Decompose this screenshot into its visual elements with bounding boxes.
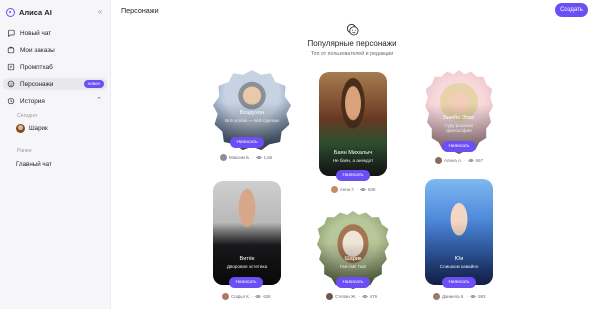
sidebar-item-characters[interactable]: Персонажи новое	[3, 78, 107, 90]
sidebar: Алиса AI « Новый чат Мои заказы Промптха…	[0, 0, 111, 309]
sidebar-item-new-chat[interactable]: Новый чат	[3, 27, 107, 39]
sidebar-item-label: Новый чат	[20, 29, 52, 37]
theater-mask-icon	[346, 23, 359, 36]
history-item[interactable]: Шарик	[16, 124, 48, 133]
view-count: 1,6К	[263, 155, 273, 160]
sidebar-item-history[interactable]: История ⌃	[3, 95, 107, 107]
history-section-today: Сегодня	[17, 113, 37, 119]
character-name: Юи	[454, 256, 464, 262]
character-card[interactable]: Баян Михалыч Не баян, а анекдот Написать…	[319, 72, 387, 197]
new-chat-icon	[6, 29, 15, 38]
author-avatar	[326, 293, 333, 300]
character-description: Гуру розовой философии	[445, 123, 473, 134]
write-button[interactable]: Написать	[230, 137, 264, 148]
eye-icon	[361, 295, 368, 298]
eye-icon	[255, 156, 262, 159]
prompthub-icon	[6, 63, 15, 72]
author-name: Степан Ж.	[335, 294, 357, 299]
section-subtitle: Топ от пользователей и редакции	[310, 51, 394, 57]
view-count: 593	[478, 294, 486, 299]
view-count: 476	[369, 294, 378, 299]
character-name: Шарик	[344, 256, 362, 262]
character-name: Бимбо Элис	[443, 115, 475, 121]
character-name: Воздухон	[239, 110, 265, 116]
character-card[interactable]: Юи Слишком кавайно Написать Даниела К. ·…	[425, 179, 493, 305]
character-card[interactable]: Бимбо Элис Гуру розовой философии Написа…	[425, 70, 493, 166]
character-card[interactable]: Шарик Гав-гав! Гав! Написать Степан Ж. ·…	[317, 211, 389, 304]
sidebar-item-orders[interactable]: Мои заказы	[3, 44, 107, 56]
card-meta: Алена А. · 667	[435, 157, 483, 164]
author-name: Даниела К.	[442, 294, 465, 299]
author-avatar	[435, 157, 442, 164]
eye-icon	[255, 295, 262, 298]
write-button[interactable]: Написать	[336, 170, 370, 181]
avatar	[16, 124, 25, 133]
author-name: Максим Б.	[229, 155, 251, 160]
write-button[interactable]: Написать	[229, 277, 263, 288]
history-item[interactable]: Главный чат	[16, 161, 52, 168]
author-avatar	[331, 186, 338, 193]
write-button[interactable]: Написать	[336, 277, 370, 288]
character-description: Слишком кавайно	[439, 264, 479, 269]
eye-icon	[360, 188, 366, 191]
write-button[interactable]: Написать	[442, 141, 476, 152]
brand-name: Алиса AI	[19, 8, 52, 17]
sidebar-item-label: Промптхаб	[20, 63, 53, 71]
view-count: 667	[475, 158, 483, 163]
section-title: Популярные персонажи	[307, 39, 397, 48]
character-card[interactable]: Воздухон Всё успею — всё сделаю Написать…	[213, 70, 291, 163]
character-name: Баян Михалыч	[333, 150, 373, 156]
author-name: Софья К.	[231, 294, 250, 299]
history-icon	[6, 97, 15, 106]
character-card[interactable]: Витёк Дворовая эстетика Написать Софья К…	[213, 181, 281, 305]
author-name: Анна Г.	[340, 187, 355, 192]
character-description: Дворовая эстетика	[226, 264, 268, 269]
author-avatar	[433, 293, 440, 300]
eye-icon	[467, 159, 474, 162]
character-description: Гав-гав! Гав!	[339, 264, 367, 269]
chevron-up-icon[interactable]: ⌃	[96, 96, 102, 104]
history-section-earlier: Ранее	[17, 148, 32, 154]
author-avatar	[220, 154, 227, 161]
view-count: 63К	[367, 187, 376, 192]
orders-icon	[6, 46, 15, 55]
sidebar-item-prompthub[interactable]: Промптхаб	[3, 61, 107, 73]
character-description: Всё успею — всё сделаю	[225, 118, 279, 123]
view-count: 636	[263, 294, 271, 299]
page-title: Персонажи	[121, 6, 159, 15]
write-button[interactable]: Написать	[442, 277, 476, 288]
double-chevron-left-icon[interactable]: «	[95, 7, 105, 17]
sidebar-item-label: История	[20, 97, 45, 105]
card-meta: Анна Г. · 63К	[331, 186, 375, 193]
character-name: Витёк	[239, 256, 255, 262]
author-name: Алена А.	[444, 158, 463, 163]
create-button[interactable]: Создать	[555, 3, 588, 17]
brand[interactable]: Алиса AI	[6, 8, 52, 17]
sidebar-item-label: Персонажи	[20, 80, 54, 88]
sidebar-item-label: Мои заказы	[20, 46, 55, 54]
card-meta: Максим Б. · 1,6К	[220, 154, 272, 161]
card-meta: Софья К. · 636	[222, 293, 271, 300]
character-description: Не баян, а анекдот	[332, 158, 374, 163]
eye-icon	[470, 295, 476, 298]
card-meta: Степан Ж. · 476	[326, 293, 377, 300]
characters-icon	[6, 80, 15, 89]
new-badge: новое	[83, 80, 104, 88]
history-item-label: Шарик	[29, 125, 48, 132]
alice-logo-icon	[6, 8, 15, 17]
card-meta: Даниела К. · 593	[433, 293, 485, 300]
author-avatar	[222, 293, 229, 300]
history-item-label: Главный чат	[16, 161, 52, 168]
